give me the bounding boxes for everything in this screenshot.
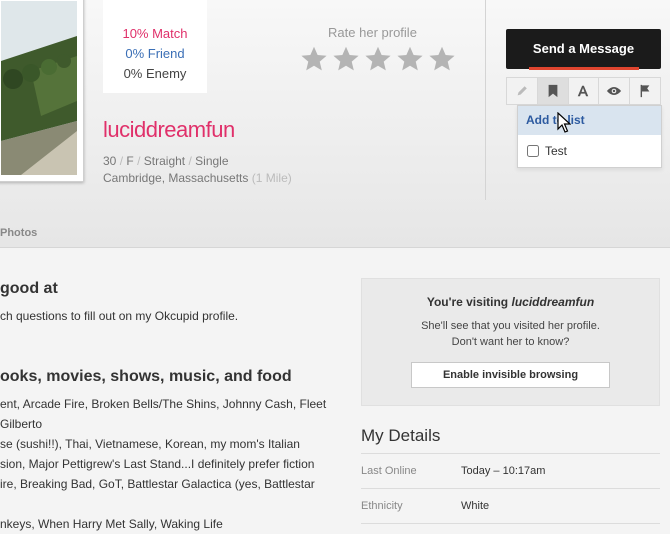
bookmark-button[interactable] <box>537 78 569 104</box>
visiting-title: You're visiting luciddreamfun <box>362 295 659 309</box>
detail-value-ethnicity: White <box>461 500 490 512</box>
details-divider <box>361 488 660 489</box>
send-button-accent <box>529 67 639 70</box>
match-percentages: 10% Match 0% Friend 0% Enemy <box>103 0 207 93</box>
my-details-title: My Details <box>361 426 441 445</box>
visiting-line: She'll see that you visited her profile. <box>421 320 600 332</box>
friend-percentage[interactable]: 0% Friend <box>103 44 207 64</box>
separator: / <box>137 154 141 168</box>
section-title-good-at: good at <box>0 280 58 297</box>
font-icon <box>578 85 589 97</box>
favorites-line: ire, Breaking Bad, GoT, Battlestar Galac… <box>0 477 315 491</box>
orientation: Straight <box>143 154 186 168</box>
section-text-good-at: ch questions to fill out on my Okcupid p… <box>0 309 239 323</box>
send-message-button[interactable]: Send a Message <box>506 29 661 69</box>
hide-button[interactable] <box>599 78 631 104</box>
mouse-cursor-icon <box>557 112 571 133</box>
favorites-line: se (sushi!!), Thai, Vietnamese, Korean, … <box>0 437 300 451</box>
list-option-label: Test <box>545 144 568 158</box>
profile-username: luciddreamfun <box>103 117 235 142</box>
details-divider <box>361 453 660 454</box>
enable-invisible-browsing-button[interactable]: Enable invisible browsing <box>411 362 610 388</box>
star-icon[interactable] <box>428 45 456 73</box>
detail-value-last-online: Today – 10:17am <box>461 465 546 477</box>
report-button[interactable] <box>630 78 660 104</box>
profile-photo-image <box>1 1 77 175</box>
location: Cambridge, Massachusetts <box>103 171 249 185</box>
visiting-description: She'll see that you visited her profile.… <box>362 318 659 350</box>
visiting-prefix: You're visiting <box>426 295 509 309</box>
star-icon[interactable] <box>332 45 360 73</box>
font-button[interactable] <box>569 78 600 104</box>
rate-profile-label: Rate her profile <box>328 25 417 40</box>
visiting-line: Don't want her to know? <box>451 336 570 348</box>
edit-note-button[interactable] <box>507 78 538 104</box>
profile-header: 10% Match 0% Friend 0% Enemy Rate her pr… <box>0 0 670 248</box>
age: 30 <box>103 154 117 168</box>
details-divider <box>361 523 660 524</box>
favorites-line: nkeys, When Harry Met Sally, Waking Life <box>0 517 223 531</box>
star-rating[interactable] <box>300 45 456 73</box>
profile-action-bar <box>506 77 661 105</box>
star-icon[interactable] <box>396 45 424 73</box>
bookmark-icon <box>548 84 558 98</box>
visiting-username: luciddreamfun <box>511 295 595 309</box>
favorites-line: ent, Arcade Fire, Broken Bells/The Shins… <box>0 397 327 411</box>
separator: / <box>188 154 192 168</box>
profile-basics: 30 / F / Straight / Single Cambridge, Ma… <box>103 153 292 187</box>
favorites-line: Gilberto <box>0 417 43 431</box>
eye-icon <box>607 87 622 95</box>
flag-icon <box>640 84 650 98</box>
basics-line: 30 / F / Straight / Single <box>103 153 292 170</box>
star-icon[interactable] <box>364 45 392 73</box>
pencil-icon <box>517 86 527 96</box>
detail-label-ethnicity: Ethnicity <box>361 500 403 512</box>
match-percentage[interactable]: 10% Match <box>103 24 207 44</box>
relationship-status: Single <box>195 154 229 168</box>
add-to-list-dropdown: Add to list Test <box>517 105 662 168</box>
location-line: Cambridge, Massachusetts (1 Mile) <box>103 170 292 187</box>
separator: / <box>119 154 124 168</box>
tab-photos[interactable]: Photos <box>0 227 37 239</box>
gender: F <box>126 154 134 168</box>
visiting-notice: You're visiting luciddreamfun She'll see… <box>361 278 660 406</box>
enemy-percentage[interactable]: 0% Enemy <box>103 64 207 84</box>
list-checkbox[interactable] <box>527 145 539 157</box>
favorites-line: sion, Major Pettigrew's Last Stand...I d… <box>0 457 315 471</box>
star-icon[interactable] <box>300 45 328 73</box>
header-divider <box>485 0 486 200</box>
detail-label-last-online: Last Online <box>361 465 417 477</box>
list-option-test[interactable]: Test <box>518 135 661 167</box>
profile-photo[interactable] <box>0 0 84 182</box>
distance: (1 Mile) <box>251 171 292 185</box>
section-title-favorites: ooks, movies, shows, music, and food <box>0 368 292 385</box>
add-to-list-header[interactable]: Add to list <box>518 106 661 135</box>
